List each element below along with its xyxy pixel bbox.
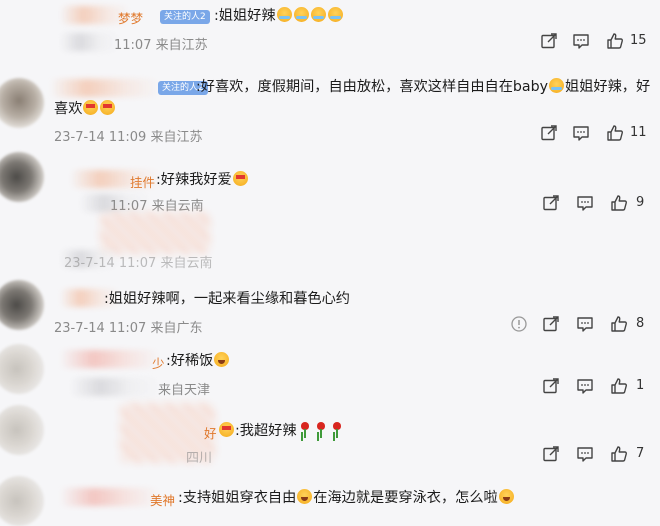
comment-icon[interactable]	[576, 194, 594, 212]
crying-emoji-icon	[549, 78, 565, 93]
comment-item: :姐姐好辣啊，一起来看尘缘和暮色心约 23-7-14 11:07 来自广东 8	[0, 274, 660, 336]
comment-text-content: :支持姐姐穿衣自由	[178, 490, 297, 506]
tongue-emoji-icon	[297, 489, 313, 504]
share-icon[interactable]	[542, 377, 560, 395]
comment-icon[interactable]	[572, 32, 590, 50]
heart-eyes-emoji-icon	[100, 100, 116, 115]
blurred-username	[50, 79, 160, 97]
blurred-username	[60, 488, 160, 506]
comment-item: 关注的人2 :好喜欢，度假期间，自由放松，喜欢这样自由自在baby 姐姐好辣，好 …	[0, 68, 660, 150]
comment-icon[interactable]	[576, 445, 594, 463]
comment-text-content: :好喜欢，度假期间，自由放松，喜欢这样自由自在baby	[196, 79, 549, 95]
comment-item: 23-7-14 11:07 来自云南	[0, 212, 660, 272]
grinning-emoji-icon	[214, 352, 230, 367]
comment-meta: 23-7-14 11:07 来自广东	[54, 321, 203, 336]
grinning-emoji-icon	[498, 489, 514, 504]
blurred-timestamp	[60, 33, 120, 51]
avatar[interactable]	[0, 344, 44, 394]
username[interactable]: 梦梦	[118, 8, 143, 27]
comment-text-content: 在海边就是要穿泳衣，怎么啦	[313, 490, 498, 506]
comment-icon[interactable]	[572, 124, 590, 142]
comment-actions: 15	[520, 32, 660, 52]
comment-icon[interactable]	[576, 315, 594, 333]
rose-icon	[316, 422, 326, 438]
thumbs-up-icon[interactable]	[606, 124, 624, 142]
comment-text-content: :好辣我好爱	[156, 172, 232, 188]
avatar[interactable]	[0, 280, 44, 330]
share-icon[interactable]	[540, 32, 558, 50]
comment-item: 少 :好稀饭 来自天津 1	[0, 340, 660, 404]
comment-item: 美神 :支持姐姐穿衣自由 在海边就是要穿泳衣，怎么啦	[0, 476, 660, 526]
thumbs-up-icon[interactable]	[610, 315, 628, 333]
crying-emoji-icon	[310, 7, 326, 22]
share-icon[interactable]	[542, 194, 560, 212]
comment-text: :我超好辣	[218, 420, 345, 442]
username[interactable]: 美神	[150, 490, 175, 509]
comment-actions: 1	[530, 377, 660, 397]
avatar[interactable]	[0, 405, 44, 455]
comment-text-line2: 喜欢	[54, 98, 116, 120]
share-icon[interactable]	[542, 445, 560, 463]
comment-item: 挂件 :好辣我好爱 11:07 来自云南 9	[0, 150, 660, 220]
comment-meta: 来自天津	[158, 383, 211, 398]
avatar[interactable]	[0, 476, 44, 526]
comment-text: :支持姐姐穿衣自由 在海边就是要穿泳衣，怎么啦	[178, 487, 515, 509]
crying-emoji-icon	[276, 7, 292, 22]
comment-actions: 9	[530, 194, 660, 214]
user-badge: 关注的人2	[160, 10, 210, 24]
username[interactable]: 少	[152, 353, 165, 372]
blurred-content	[100, 212, 210, 254]
heart-eyes-emoji-icon	[219, 422, 234, 437]
comment-meta: 四川	[186, 451, 213, 466]
crying-emoji-icon	[327, 7, 343, 22]
comment-text-content: :姐姐好辣啊，一起来看尘缘和暮色心约	[104, 291, 350, 307]
comment-meta: 11:07 来自江苏	[114, 38, 208, 53]
comment-text-content: :好稀饭	[166, 353, 214, 369]
like-count: 8	[636, 316, 645, 331]
like-count: 1	[636, 378, 645, 393]
share-icon[interactable]	[542, 315, 560, 333]
share-icon[interactable]	[540, 124, 558, 142]
thumbs-up-icon[interactable]	[610, 445, 628, 463]
heart-eyes-emoji-icon	[83, 100, 99, 115]
comment-text-content: :我超好辣	[235, 423, 297, 439]
comment-text-content: 喜欢	[54, 101, 83, 117]
like-count: 11	[630, 125, 647, 140]
crying-emoji-icon	[293, 7, 309, 22]
username[interactable]: 挂件	[130, 172, 155, 191]
heart-eyes-emoji-icon	[232, 171, 248, 186]
comment-item: 梦梦 关注的人2 :姐姐好辣 11:07 来自江苏 15	[0, 0, 660, 60]
avatar[interactable]	[0, 78, 44, 128]
username[interactable]: 好	[204, 423, 217, 442]
comment-text: :好稀饭	[166, 350, 230, 372]
comment-text: :姐姐好辣啊，一起来看尘缘和暮色心约	[104, 288, 350, 310]
comment-icon[interactable]	[576, 377, 594, 395]
thumbs-up-icon[interactable]	[606, 32, 624, 50]
thumbs-up-icon[interactable]	[610, 377, 628, 395]
comment-actions: 7	[530, 445, 660, 465]
avatar[interactable]	[0, 152, 44, 202]
rose-icon	[300, 422, 310, 438]
like-count: 7	[636, 446, 645, 461]
comment-meta: 23-7-14 11:09 来自江苏	[54, 130, 203, 145]
comment-text: :好喜欢，度假期间，自由放松，喜欢这样自由自在baby 姐姐好辣，好	[196, 76, 650, 98]
comment-item: 好 :我超好辣 四川 7	[0, 403, 660, 469]
like-count: 15	[630, 33, 647, 48]
thumbs-up-icon[interactable]	[610, 194, 628, 212]
comment-text-content: 姐姐好辣，好	[565, 79, 651, 95]
blurred-username	[60, 350, 160, 368]
report-icon[interactable]	[510, 315, 528, 333]
comment-text: :好辣我好爱	[156, 169, 249, 191]
comment-actions: 11	[520, 124, 660, 144]
comment-text-content: :姐姐好辣	[214, 8, 276, 24]
comment-meta: 23-7-14 11:07 来自云南	[64, 256, 213, 271]
comment-actions: 8	[500, 315, 660, 335]
blurred-timestamp	[70, 378, 160, 396]
comment-text: :姐姐好辣	[214, 5, 344, 27]
like-count: 9	[636, 195, 645, 210]
rose-icon	[332, 422, 342, 438]
